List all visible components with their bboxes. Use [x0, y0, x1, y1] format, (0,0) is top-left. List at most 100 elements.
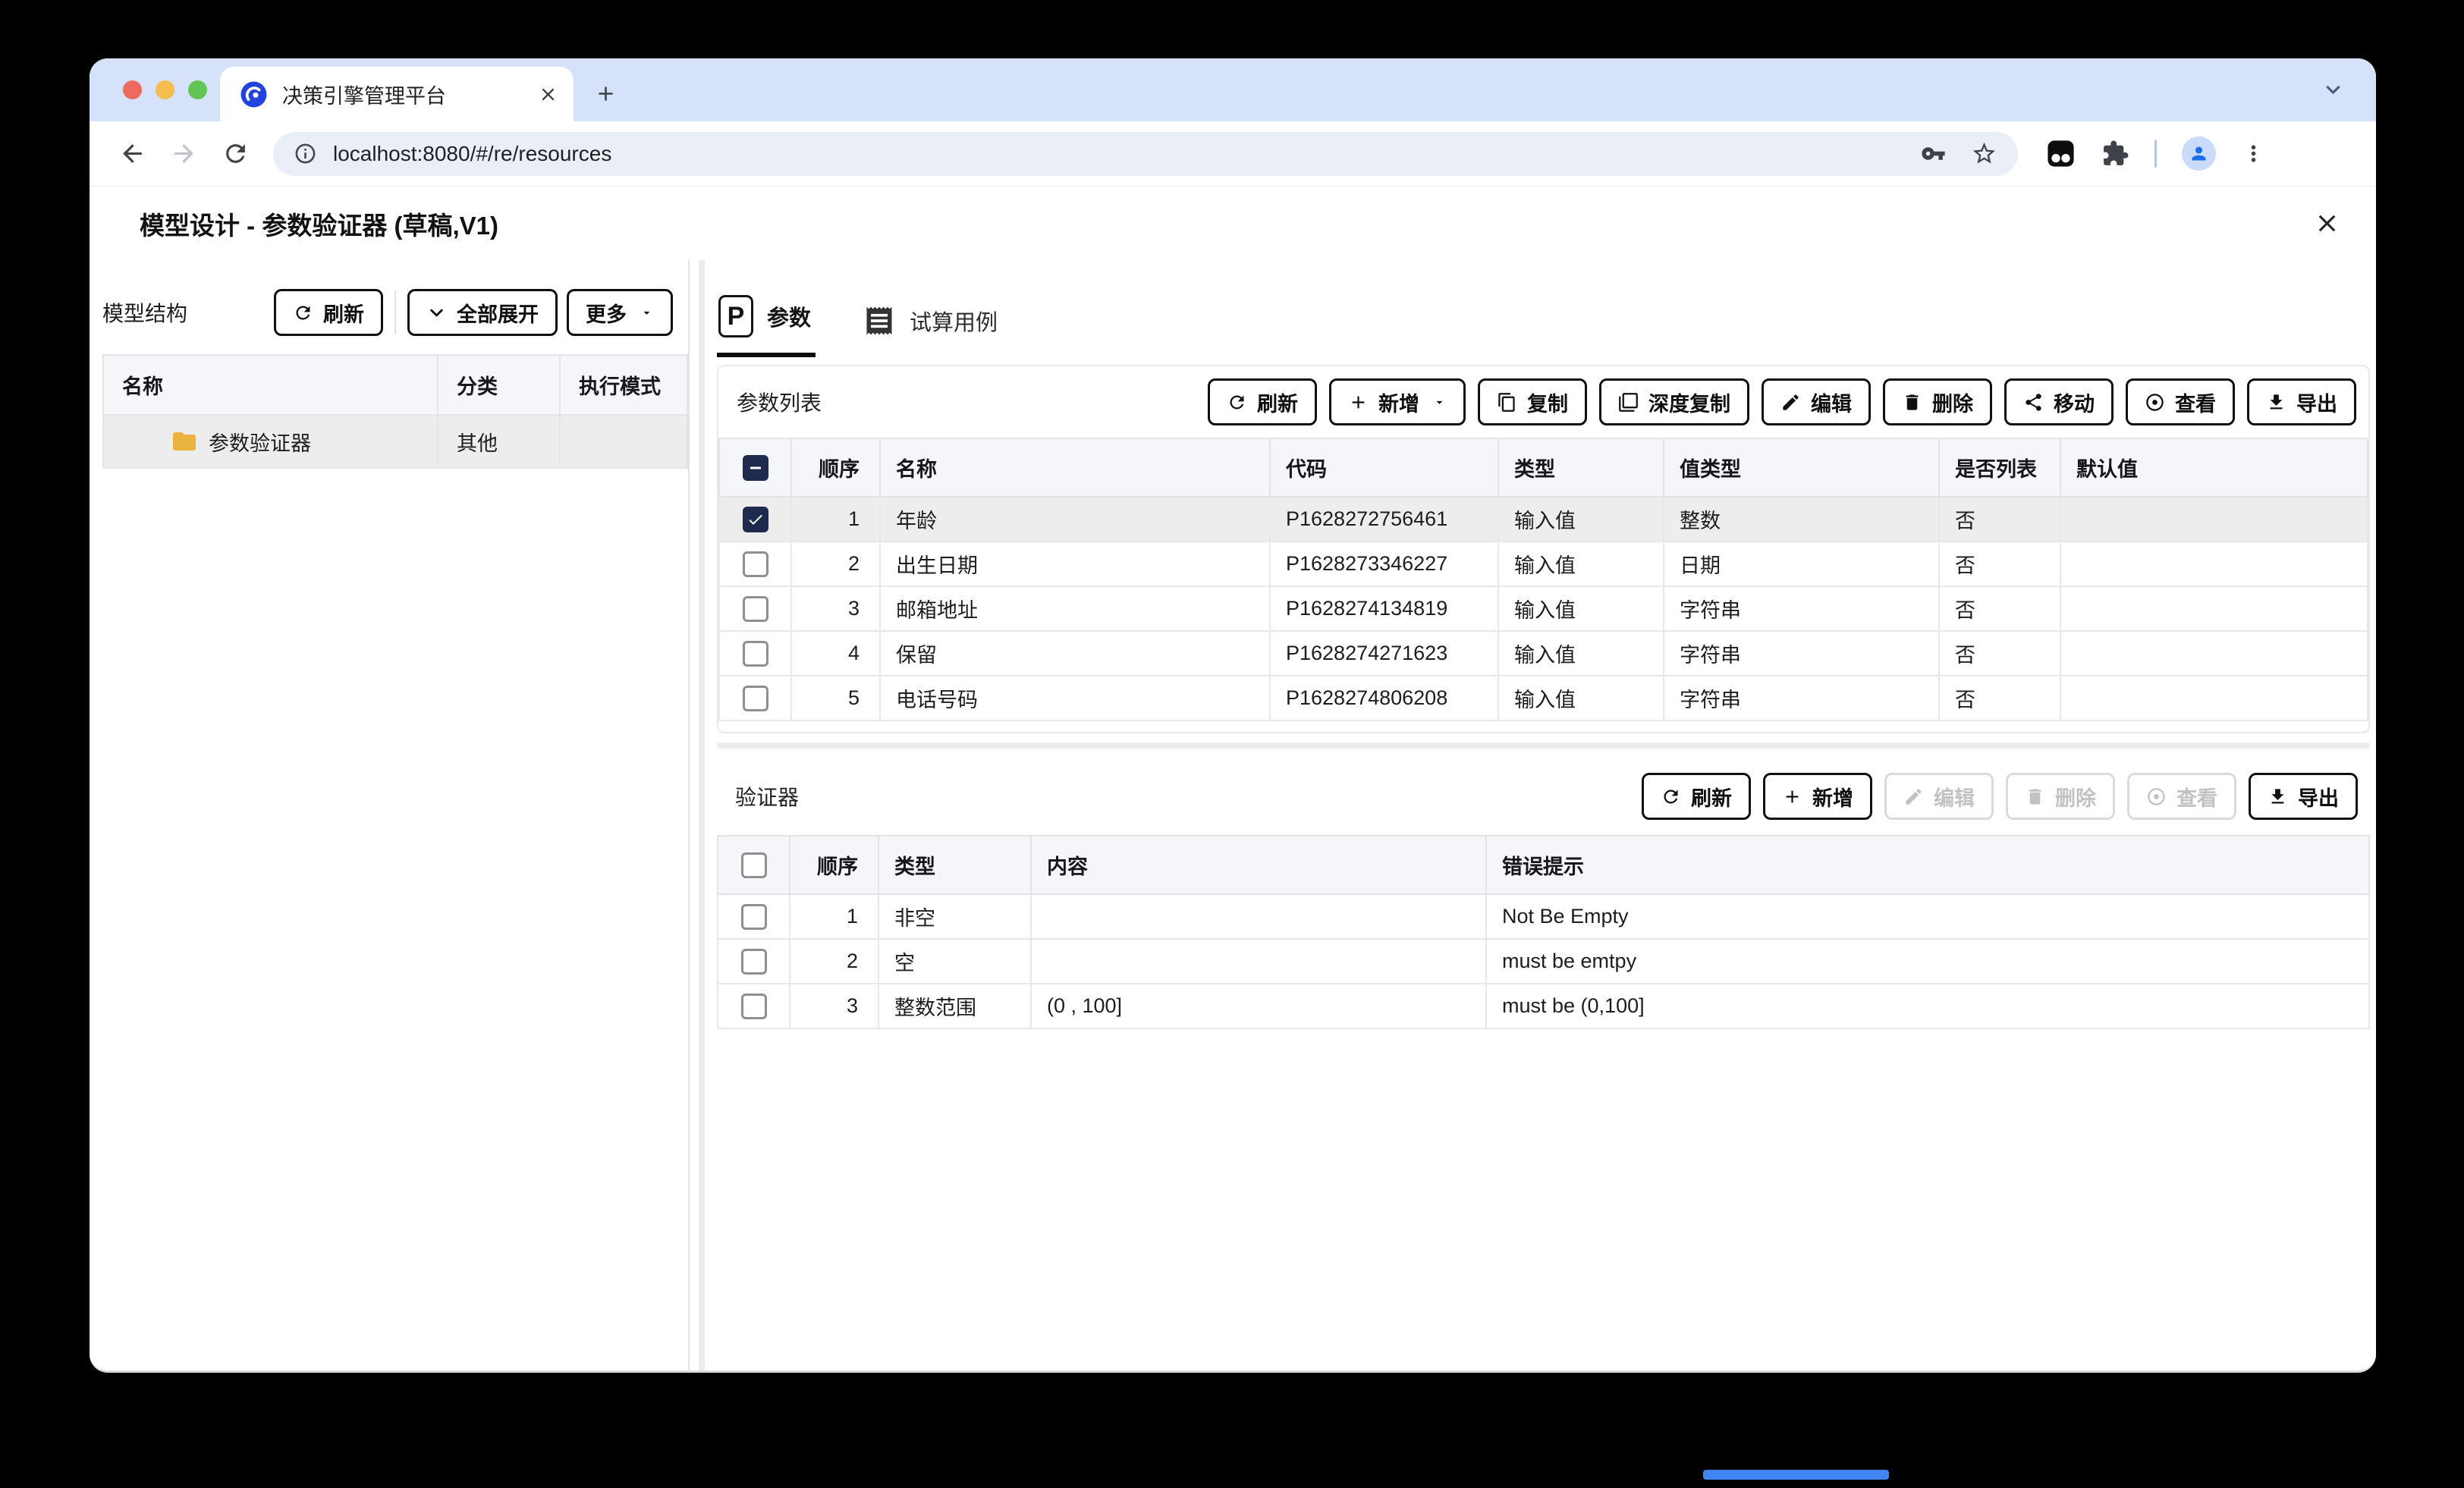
add-button[interactable]: 新增	[1763, 773, 1872, 820]
window-zoom-button[interactable]	[188, 80, 207, 99]
deep-copy-icon	[1618, 392, 1639, 413]
row-checkbox[interactable]	[741, 994, 767, 1019]
parameter-row[interactable]: 1年龄P1628272756461输入值整数否	[719, 497, 2368, 542]
export-button[interactable]: 导出	[2247, 378, 2356, 425]
forward-button[interactable]	[170, 140, 198, 168]
header-checkbox-cell	[719, 438, 791, 497]
button-label: 新增	[1812, 782, 1853, 811]
cell-order: 4	[791, 631, 880, 676]
row-checkbox[interactable]	[741, 949, 767, 975]
parameter-row[interactable]: 5电话号码P1628274806208输入值字符串否	[719, 676, 2368, 720]
button-label: 移动	[2054, 388, 2095, 417]
button-label: 删除	[2055, 782, 2096, 811]
parameter-row[interactable]: 3邮箱地址P1628274134819输入值字符串否	[719, 586, 2368, 631]
row-checkbox[interactable]	[743, 596, 768, 622]
refresh-button[interactable]: 刷新	[1642, 773, 1751, 820]
new-tab-button[interactable]	[594, 82, 618, 105]
cell-is-list: 否	[1939, 497, 2060, 542]
back-button[interactable]	[118, 140, 146, 168]
refresh-button[interactable]: 刷新	[1208, 378, 1317, 425]
tab-close-icon[interactable]	[538, 84, 558, 105]
reload-button[interactable]	[222, 140, 250, 168]
screen: 决策引擎管理平台 localhost:	[0, 0, 2464, 1488]
column-header: 顺序	[791, 438, 880, 497]
column-header: 名称	[880, 438, 1270, 497]
column-header: 默认值	[2060, 438, 2368, 497]
tree-node[interactable]: 参数验证器	[122, 427, 437, 457]
validators-table: 顺序类型内容错误提示 1非空Not Be Empty2空must be emtp…	[717, 835, 2370, 1029]
traffic-lights	[123, 80, 207, 99]
button-label: 全部展开	[457, 298, 539, 328]
delete-button[interactable]: 删除	[1883, 378, 1992, 425]
validator-row[interactable]: 3整数范围(0 , 100]must be (0,100]	[718, 984, 2369, 1028]
expand-all-button[interactable]: 全部展开	[407, 289, 558, 336]
more-button[interactable]: 更多	[567, 289, 673, 336]
edit-button[interactable]: 编辑	[1762, 378, 1871, 425]
section-splitter[interactable]	[717, 742, 2370, 749]
row-checkbox[interactable]	[743, 641, 768, 667]
column-header: 内容	[1031, 836, 1486, 894]
cell-is-list: 否	[1939, 631, 2060, 676]
page-close-button[interactable]	[2313, 209, 2341, 237]
extensions-puzzle-icon[interactable]	[2101, 140, 2129, 168]
tab-parameters[interactable]: P 参数	[717, 295, 816, 357]
window-minimize-button[interactable]	[156, 80, 174, 99]
parameter-row[interactable]: 2出生日期P1628273346227输入值日期否	[719, 542, 2368, 586]
validator-row[interactable]: 1非空Not Be Empty	[718, 894, 2369, 939]
cell-is-list: 否	[1939, 586, 2060, 631]
move-button[interactable]: 移动	[2004, 378, 2114, 425]
edit-icon	[1780, 392, 1801, 413]
button-label: 刷新	[1257, 388, 1298, 417]
button-label: 导出	[2298, 782, 2339, 811]
cell-code: P1628274806208	[1270, 676, 1498, 720]
deep-copy-button[interactable]: 深度复制	[1599, 378, 1749, 425]
bookmark-star-icon[interactable]	[1971, 140, 1997, 167]
parameters-select-all-checkbox[interactable]	[743, 455, 768, 481]
extension-app-icon[interactable]	[2045, 138, 2076, 169]
model-structure-header: 模型结构 刷新 全部展开	[102, 287, 688, 337]
cell-default	[2060, 631, 2368, 676]
view-button[interactable]: 查看	[2126, 378, 2235, 425]
cell-type: 输入值	[1498, 631, 1664, 676]
window-close-button[interactable]	[123, 80, 142, 99]
delete-icon	[1902, 392, 1922, 413]
refresh-icon	[1227, 392, 1247, 413]
row-checkbox[interactable]	[743, 551, 768, 577]
profile-avatar[interactable]	[2182, 137, 2216, 171]
validators-section-title: 验证器	[735, 781, 1642, 811]
row-checkbox[interactable]	[741, 904, 767, 930]
cell-type: 输入值	[1498, 497, 1664, 542]
cell-default	[2060, 676, 2368, 720]
tree-node-label: 参数验证器	[209, 427, 311, 457]
validator-row[interactable]: 2空must be emtpy	[718, 939, 2369, 984]
panel-splitter[interactable]	[699, 260, 705, 1370]
export-button[interactable]: 导出	[2249, 773, 2358, 820]
tree-row[interactable]: 参数验证器其他	[103, 415, 687, 468]
column-header: 顺序	[790, 836, 878, 894]
page-title: 模型设计 - 参数验证器 (草稿,V1)	[140, 206, 2313, 242]
tab-test-cases[interactable]: 试算用例	[861, 304, 1002, 357]
button-label: 导出	[2296, 388, 2337, 417]
cell-order: 5	[791, 676, 880, 720]
address-bar[interactable]: localhost:8080/#/re/resources	[273, 132, 2018, 176]
tab-label: 试算用例	[910, 305, 998, 337]
cell-content	[1031, 894, 1486, 939]
cell-type: 非空	[878, 894, 1031, 939]
row-checkbox[interactable]	[743, 686, 768, 711]
validators-section-header: 验证器 刷新新增编辑删除查看导出	[717, 761, 2370, 832]
tab-overflow-button[interactable]	[2322, 79, 2344, 101]
row-checkbox[interactable]	[743, 507, 768, 532]
parameters-table: 顺序名称代码类型值类型是否列表默认值 1年龄P1628272756461输入值整…	[718, 438, 2368, 721]
site-info-icon[interactable]	[294, 142, 317, 165]
add-button[interactable]: 新增	[1329, 378, 1466, 425]
validators-select-all-checkbox[interactable]	[741, 852, 767, 878]
model-structure-panel: 模型结构 刷新 全部展开	[102, 260, 690, 1370]
tree-refresh-button[interactable]: 刷新	[274, 289, 383, 336]
parameter-row[interactable]: 4保留P1628274271623输入值字符串否	[719, 631, 2368, 676]
copy-button[interactable]: 复制	[1478, 378, 1587, 425]
tab-title: 决策引擎管理平台	[282, 80, 538, 109]
browser-tab[interactable]: 决策引擎管理平台	[220, 67, 574, 121]
plus-icon	[1782, 786, 1802, 807]
password-key-icon[interactable]	[1921, 141, 1946, 166]
browser-menu-button[interactable]	[2241, 141, 2266, 166]
